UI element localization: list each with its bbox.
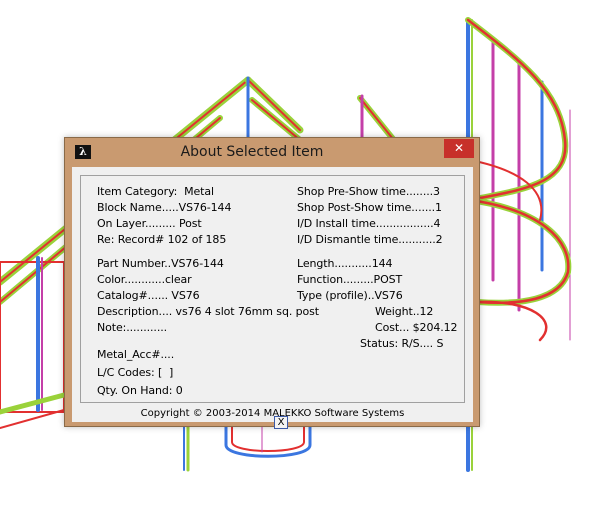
about-selected-item-dialog: λ About Selected Item ✕ Item Category: M… [64,137,480,429]
weight: Weight..12 [375,305,434,318]
copyright-text: Copyright © 2003-2014 MALEKKO Software S… [140,408,405,419]
record-number: Re: Record# 102 of 185 [97,233,227,246]
dialog-content: Item Category: Metal Block Name.....VS76… [72,167,473,429]
shop-pre-show-time: Shop Pre-Show time........3 [297,185,440,198]
on-layer: On Layer......... Post [97,217,202,230]
function: Function.........POST [297,273,403,286]
install-time: I/D Install time.................4 [297,217,441,230]
cost: Cost... $204.12 [375,321,458,334]
description: Description.... vs76 4 slot 76mm sq. pos… [97,305,319,318]
color: Color............clear [97,273,192,286]
window-title: About Selected Item [180,144,324,160]
item-details-group: Item Category: Metal Block Name.....VS76… [80,175,465,403]
close-button[interactable]: ✕ [444,139,474,158]
part-number: Part Number..VS76-144 [97,257,224,270]
title-bar[interactable]: λ About Selected Item ✕ [65,138,479,166]
block-name: Block Name.....VS76-144 [97,201,232,214]
qty-on-hand: Qty. On Hand: 0 [97,384,183,397]
metal-acc-number: Metal_Acc#.... [97,348,175,361]
type-profile: Type (profile)..VS76 [297,289,403,302]
catalog-number: Catalog#...... VS76 [97,289,200,302]
status: Status: R/S.... S [360,337,444,350]
lc-codes: L/C Codes: [ ] [97,366,174,379]
dismantle-time: I/D Dismantle time...........2 [297,233,443,246]
length: Length...........144 [297,257,393,270]
item-category: Item Category: Metal [97,185,214,198]
shop-post-show-time: Shop Post-Show time.......1 [297,201,442,214]
note: Note:............ [97,321,168,334]
